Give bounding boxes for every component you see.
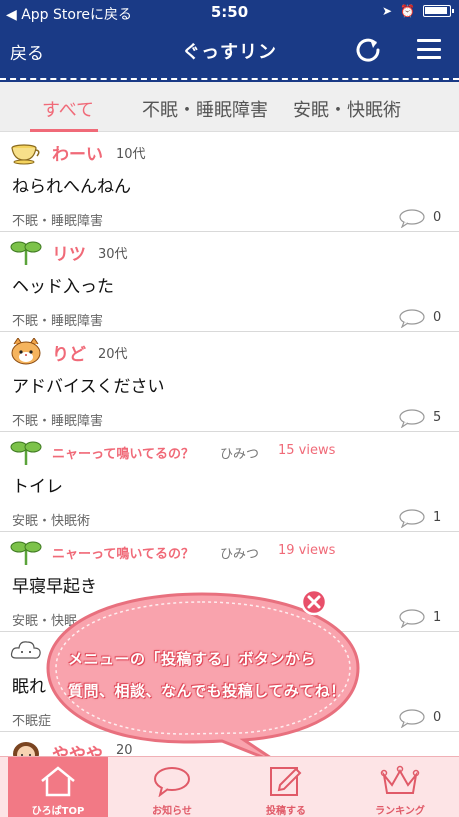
post-title[interactable]: ヘッド入った: [12, 272, 114, 297]
tooltip-line-1: メニューの「投稿する」ボタンから: [68, 650, 317, 668]
post-category: 安眠・快眠術: [12, 514, 91, 529]
comment-count: 0: [433, 710, 442, 725]
post-item[interactable]: りど 20代 アドバイスください 不眠・睡眠障害 5: [0, 332, 459, 432]
post-title[interactable]: アドバイスください: [12, 372, 165, 397]
comment-icon: [399, 609, 425, 628]
user-age: 30代: [98, 247, 128, 262]
tab-label: ランキング: [375, 806, 425, 817]
comment-icon: [399, 709, 425, 728]
user-age: 10代: [116, 147, 146, 162]
tab-sleep-tips[interactable]: 安眠・快眠術: [293, 96, 401, 122]
cat-icon: [11, 338, 41, 365]
nav-bar: 戻る ぐっすリン: [0, 26, 459, 74]
sprout-icon: [10, 541, 42, 565]
page-title: ぐっすリン: [182, 42, 277, 63]
post-item[interactable]: わーい 10代 ねられへんねん 不眠・睡眠障害 0: [0, 132, 459, 232]
comment-count: 5: [433, 410, 442, 425]
tab-label: 投稿する: [266, 806, 306, 817]
alarm-icon: ⏰: [400, 4, 415, 18]
status-icons: ➤ ⏰: [381, 4, 454, 18]
tab-notices[interactable]: お知らせ: [122, 757, 222, 817]
tab-ranking[interactable]: ランキング: [350, 757, 450, 817]
crown-icon: [380, 765, 420, 794]
post-item[interactable]: リツ 30代 ヘッド入った 不眠・睡眠障害 0: [0, 232, 459, 332]
age-secret: ひみつ: [220, 447, 260, 462]
speech-bubble-icon: [154, 767, 190, 797]
hamburger-menu-icon[interactable]: [417, 39, 441, 59]
user-name[interactable]: りど: [52, 340, 86, 365]
bottom-tab-bar: ひろばTOP お知らせ 投稿する ランキング: [0, 756, 459, 817]
comment-count: 1: [433, 510, 442, 525]
view-count: 15 views: [278, 443, 336, 458]
comment-count: 0: [433, 210, 442, 225]
post-title[interactable]: ねられへんねん: [12, 172, 131, 197]
status-bar: ◀ App Storeに戻る 5:50 ➤ ⏰: [0, 0, 459, 26]
compose-icon: [270, 767, 302, 796]
age-secret: ひみつ: [220, 547, 260, 562]
post-category: 不眠・睡眠障害: [12, 214, 104, 229]
comment-icon: [399, 409, 425, 428]
user-name[interactable]: ニャーって鳴いてるの？: [52, 443, 194, 462]
sprout-icon: [10, 241, 42, 265]
comment-count: 0: [433, 310, 442, 325]
post-category: 不眠・睡眠障害: [12, 414, 104, 429]
post-title[interactable]: 眠れ: [12, 672, 46, 697]
tooltip-line-2: 質問、相談、なんでも投稿してみてね！: [68, 682, 346, 700]
comment-count: 1: [433, 610, 442, 625]
tab-label: ひろばTOP: [31, 806, 85, 817]
tab-home[interactable]: ひろばTOP: [8, 757, 108, 817]
sprout-icon: [10, 441, 42, 465]
user-name[interactable]: ニャーって鳴いてるの？: [52, 543, 194, 562]
user-name[interactable]: わーい: [52, 140, 103, 165]
refresh-icon[interactable]: [353, 34, 383, 64]
location-icon: ➤: [381, 4, 393, 18]
user-age: 20代: [98, 347, 128, 362]
cloud-icon: [10, 641, 41, 659]
tab-all[interactable]: すべて: [42, 96, 94, 122]
close-icon[interactable]: [300, 588, 328, 616]
comment-icon: [399, 509, 425, 528]
tab-label: お知らせ: [152, 806, 192, 817]
tab-post[interactable]: 投稿する: [236, 757, 336, 817]
teacup-icon: [11, 144, 40, 165]
comment-icon: [399, 309, 425, 328]
post-item[interactable]: ニャーって鳴いてるの？ ひみつ 15 views トイレ 安眠・快眠術 1: [0, 432, 459, 532]
battery-icon: [423, 5, 454, 17]
tab-insomnia[interactable]: 不眠・睡眠障害: [142, 96, 268, 122]
home-icon: [41, 766, 75, 797]
comment-icon: [399, 209, 425, 228]
user-name[interactable]: リツ: [52, 240, 86, 265]
post-category: 不眠・睡眠障害: [12, 314, 104, 329]
view-count: 19 views: [278, 543, 336, 558]
post-title[interactable]: トイレ: [12, 472, 63, 497]
category-tabs: すべて 不眠・睡眠障害 安眠・快眠術: [0, 82, 459, 132]
